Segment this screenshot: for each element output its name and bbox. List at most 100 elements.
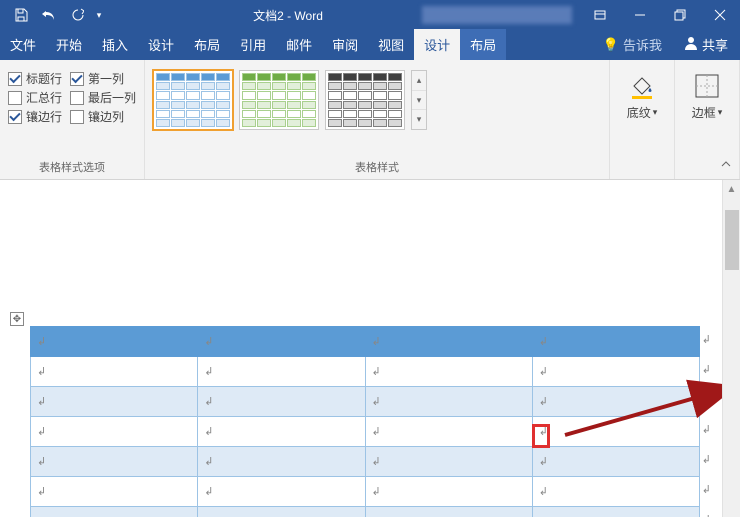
table-cell[interactable]: ↲ [31,327,198,357]
table-cell[interactable]: ↲ [365,387,532,417]
table-cell[interactable]: ↲ [198,387,365,417]
borders-button[interactable]: 边框▾ [683,64,731,121]
row-end-mark: ↲ [702,423,711,436]
tell-me-input[interactable]: 💡 告诉我 [593,29,672,60]
table-row[interactable]: ↲↲↲↲↲ [31,507,700,517]
row-end-mark: ↲ [702,453,711,466]
row-end-mark: ↲ [702,363,711,376]
checkbox-header-row[interactable]: 标题行 [8,70,62,87]
checkbox-banded-rows[interactable]: 镶边行 [8,108,62,125]
lightbulb-icon: 💡 [603,37,619,53]
collapse-ribbon-button[interactable] [720,157,732,175]
table-cell[interactable]: ↲ [31,357,198,387]
table-style-gallery[interactable]: ▴ ▾ ▾ [153,64,601,130]
checkbox-last-column[interactable]: 最后一列 [70,89,136,106]
table-cell[interactable]: ↲ [31,507,198,517]
document-area[interactable]: ✥ ↲↲↲↲↲↲↲↲↲↲↲↲↲↲↲↲↲↲↲↲↲↲↲↲↲↲↲↲↲↲↲↲↲↲↲ ▲ [0,180,740,517]
table-cell[interactable]: ↲ [31,387,198,417]
table-cell[interactable]: ↲ [365,327,532,357]
table-cell[interactable]: ↲ [31,477,198,507]
undo-button[interactable] [36,3,62,27]
table-cell[interactable]: ↲↲ [532,327,699,357]
checkbox-banded-columns[interactable]: 镶边列 [70,108,124,125]
table-cell[interactable]: ↲ [198,327,365,357]
table-cell[interactable]: ↲ [365,447,532,477]
table-style-thumb-blue[interactable] [153,70,233,130]
table-cell[interactable]: ↲ [198,477,365,507]
ribbon: 标题行 第一列 汇总行 最后一列 镶边行 镶边列 表格样式选项 ▴ ▾ ▾ [0,60,740,180]
row-end-mark: ↲ [702,513,711,517]
group-shading: 底纹▾ [610,60,675,179]
table-cell[interactable]: ↲ [365,357,532,387]
table-row[interactable]: ↲↲↲↲↲ [31,357,700,387]
share-button[interactable]: 共享 [672,29,740,60]
checkbox-total-row[interactable]: 汇总行 [8,89,62,106]
tab-layout[interactable]: 布局 [184,29,230,60]
ribbon-display-button[interactable] [580,0,620,30]
row-end-mark: ↲ [702,393,711,406]
table-cell[interactable]: ↲ [31,447,198,477]
vertical-scrollbar[interactable]: ▲ [722,180,740,517]
document-table[interactable]: ↲↲↲↲↲↲↲↲↲↲↲↲↲↲↲↲↲↲↲↲↲↲↲↲↲↲↲↲↲↲↲↲↲↲↲ [30,326,700,517]
table-row[interactable]: ↲↲↲↲↲ [31,327,700,357]
table-row[interactable]: ↲↲↲↲↲ [31,477,700,507]
qat-customize-icon[interactable]: ▾ [92,3,106,27]
row-end-mark: ↲ [702,333,711,346]
group-table-styles: ▴ ▾ ▾ 表格样式 [145,60,610,179]
save-button[interactable] [8,3,34,27]
table-cell[interactable]: ↲↲ [532,447,699,477]
tab-review[interactable]: 审阅 [322,29,368,60]
gallery-expand-button[interactable]: ▴ ▾ ▾ [411,70,427,130]
ribbon-tabs: 文件 开始 插入 设计 布局 引用 邮件 审阅 视图 设计 布局 💡 告诉我 共… [0,30,740,60]
account-area[interactable] [422,6,572,24]
tell-me-label: 告诉我 [623,35,662,54]
table-cell[interactable]: ↲ [31,417,198,447]
restore-button[interactable] [660,0,700,30]
tab-file[interactable]: 文件 [0,29,46,60]
redo-button[interactable] [64,3,90,27]
table-move-handle[interactable]: ✥ [10,312,24,326]
tab-mailings[interactable]: 邮件 [276,29,322,60]
checkbox-first-column[interactable]: 第一列 [70,70,124,87]
paint-bucket-icon [626,70,658,102]
tab-view[interactable]: 视图 [368,29,414,60]
shading-button[interactable]: 底纹▾ [618,64,666,121]
table-cell[interactable]: ↲ [198,447,365,477]
tab-insert[interactable]: 插入 [92,29,138,60]
table-cell[interactable]: ↲ [198,357,365,387]
table-style-thumb-dark[interactable] [325,70,405,130]
borders-icon [691,70,723,102]
group-label-styles: 表格样式 [153,157,601,177]
table-style-thumb-green[interactable] [239,70,319,130]
tab-references[interactable]: 引用 [230,29,276,60]
table-cell[interactable]: ↲↲ [532,507,699,517]
table-cell[interactable]: ↲↲ [532,357,699,387]
row-end-mark: ↲ [702,483,711,496]
tab-table-design[interactable]: 设计 [414,29,460,60]
title-bar: ▾ 文档2 - Word [0,0,740,30]
scroll-thumb[interactable] [725,210,739,270]
table-cell[interactable]: ↲↲ [532,387,699,417]
table-cell[interactable]: ↲↲ [532,477,699,507]
group-label-style-options: 表格样式选项 [8,157,136,177]
table-cell[interactable]: ↲ [198,507,365,517]
table-row[interactable]: ↲↲↲↲↲ [31,417,700,447]
close-button[interactable] [700,0,740,30]
chevron-down-icon: ▾ [718,107,723,118]
tab-table-layout[interactable]: 布局 [460,29,506,60]
table-cell[interactable]: ↲ [198,417,365,447]
table-cell[interactable]: ↲ [365,477,532,507]
minimize-button[interactable] [620,0,660,30]
tab-design[interactable]: 设计 [138,29,184,60]
table-cell[interactable]: ↲ [365,417,532,447]
more-icon: ▾ [412,110,426,129]
table-cell[interactable]: ↲↲ [532,417,699,447]
tab-home[interactable]: 开始 [46,29,92,60]
chevron-up-icon: ▴ [412,71,426,91]
table-row[interactable]: ↲↲↲↲↲ [31,447,700,477]
person-icon [684,36,698,53]
table-cell[interactable]: ↲ [365,507,532,517]
chevron-down-icon: ▾ [653,107,658,118]
scroll-up-icon[interactable]: ▲ [723,180,740,198]
table-row[interactable]: ↲↲↲↲↲ [31,387,700,417]
